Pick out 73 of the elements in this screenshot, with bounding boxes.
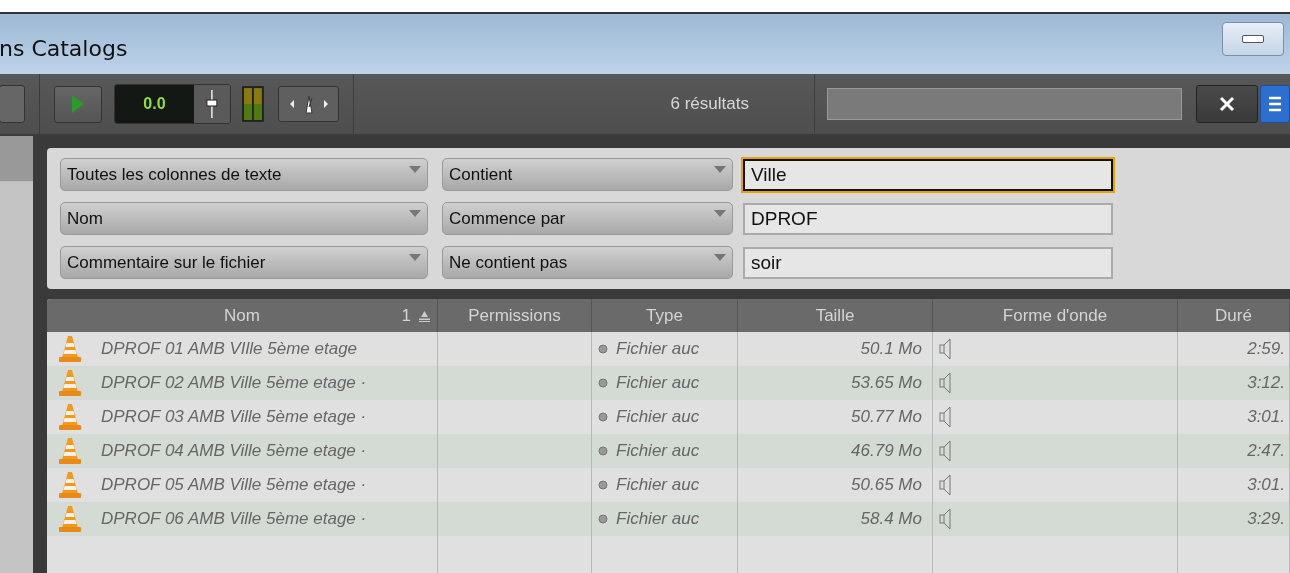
status-dot-icon [598, 446, 608, 456]
traffic-cone-icon [59, 335, 81, 363]
traffic-cone-icon [59, 403, 81, 431]
condition-dropdown[interactable]: Commence par [442, 202, 733, 235]
search-field[interactable] [826, 88, 1183, 120]
filter-value-field[interactable]: Ville [743, 158, 1113, 191]
file-name: DPROF 01 AMB VIlle 5ème etage [101, 339, 358, 359]
status-dot-icon [598, 480, 608, 490]
caret-icon [714, 166, 726, 174]
status-dot-icon [598, 378, 608, 388]
speaker-icon [939, 440, 951, 462]
condition-dropdown[interactable]: Ne contient pas [442, 246, 733, 279]
file-duration: 3:29. [1247, 509, 1285, 529]
menu-button[interactable] [1260, 85, 1290, 123]
file-type: Fichier auc [616, 407, 700, 427]
condition-dropdown[interactable]: Contient [442, 158, 733, 191]
level-meter-icon [241, 86, 264, 122]
column-dropdown[interactable]: Toutes les colonnes de texte [60, 158, 428, 191]
status-dot-icon [598, 412, 608, 422]
file-duration: 3:01. [1247, 407, 1285, 427]
close-icon [1219, 96, 1236, 112]
caret-icon [409, 254, 421, 262]
column-dropdown[interactable]: Commentaire sur le fichier [60, 246, 428, 279]
file-size: 46.79 Mo [851, 441, 922, 461]
window-title: ns Catalogs [0, 35, 128, 61]
speaker-icon [939, 406, 951, 428]
file-duration: 2:59. [1247, 339, 1285, 359]
file-type: Fichier auc [616, 509, 700, 529]
caret-icon [409, 166, 421, 174]
menu-icon [1267, 95, 1282, 113]
file-type: Fichier auc [616, 475, 700, 495]
filter-value-field[interactable]: DPROF [743, 202, 1113, 235]
traffic-cone-icon [59, 369, 81, 397]
status-dot-icon [598, 344, 608, 354]
file-name: DPROF 03 AMB Ville 5ème etage · [101, 407, 367, 427]
speaker-icon [939, 474, 951, 496]
traffic-cone-icon [59, 437, 81, 465]
metronome-button[interactable] [277, 86, 340, 122]
speaker-icon [939, 372, 951, 394]
caret-icon [714, 254, 726, 262]
file-size: 58.4 Mo [860, 509, 922, 529]
column-dropdown[interactable]: Nom [60, 202, 428, 235]
results-count: 6 résultats [670, 94, 750, 114]
speaker-icon [939, 508, 951, 530]
file-name: DPROF 02 AMB Ville 5ème etage · [101, 373, 367, 393]
file-name: DPROF 06 AMB Ville 5ème etage · [101, 509, 367, 529]
traffic-cone-icon [59, 505, 81, 533]
fader-icon[interactable] [194, 85, 230, 123]
file-size: 50.65 Mo [851, 475, 922, 495]
file-size: 53.65 Mo [851, 373, 922, 393]
minimize-button[interactable] [1222, 22, 1284, 56]
sort-indicator: 1 [401, 305, 411, 326]
caret-icon [409, 210, 421, 218]
file-type: Fichier auc [616, 373, 700, 393]
counter-display: 0.0 [114, 85, 195, 123]
file-type: Fichier auc [616, 441, 700, 461]
file-name: DPROF 04 AMB Ville 5ème etage · [101, 441, 367, 461]
play-button[interactable] [53, 85, 102, 123]
file-size: 50.1 Mo [860, 339, 922, 359]
file-duration: 3:01. [1247, 475, 1285, 495]
file-type: Fichier auc [616, 339, 700, 359]
speaker-icon [939, 338, 951, 360]
file-duration: 3:12. [1247, 373, 1285, 393]
file-name: DPROF 05 AMB Ville 5ème etage · [101, 475, 367, 495]
sort-ascending-icon [419, 309, 430, 322]
file-size: 50.77 Mo [851, 407, 922, 427]
caret-icon [714, 210, 726, 218]
traffic-cone-icon [59, 471, 81, 499]
play-icon [70, 94, 85, 114]
status-dot-icon [598, 514, 608, 524]
file-duration: 2:47. [1247, 441, 1285, 461]
filter-value-field[interactable]: soir [743, 246, 1113, 279]
clear-button[interactable] [1196, 85, 1259, 123]
